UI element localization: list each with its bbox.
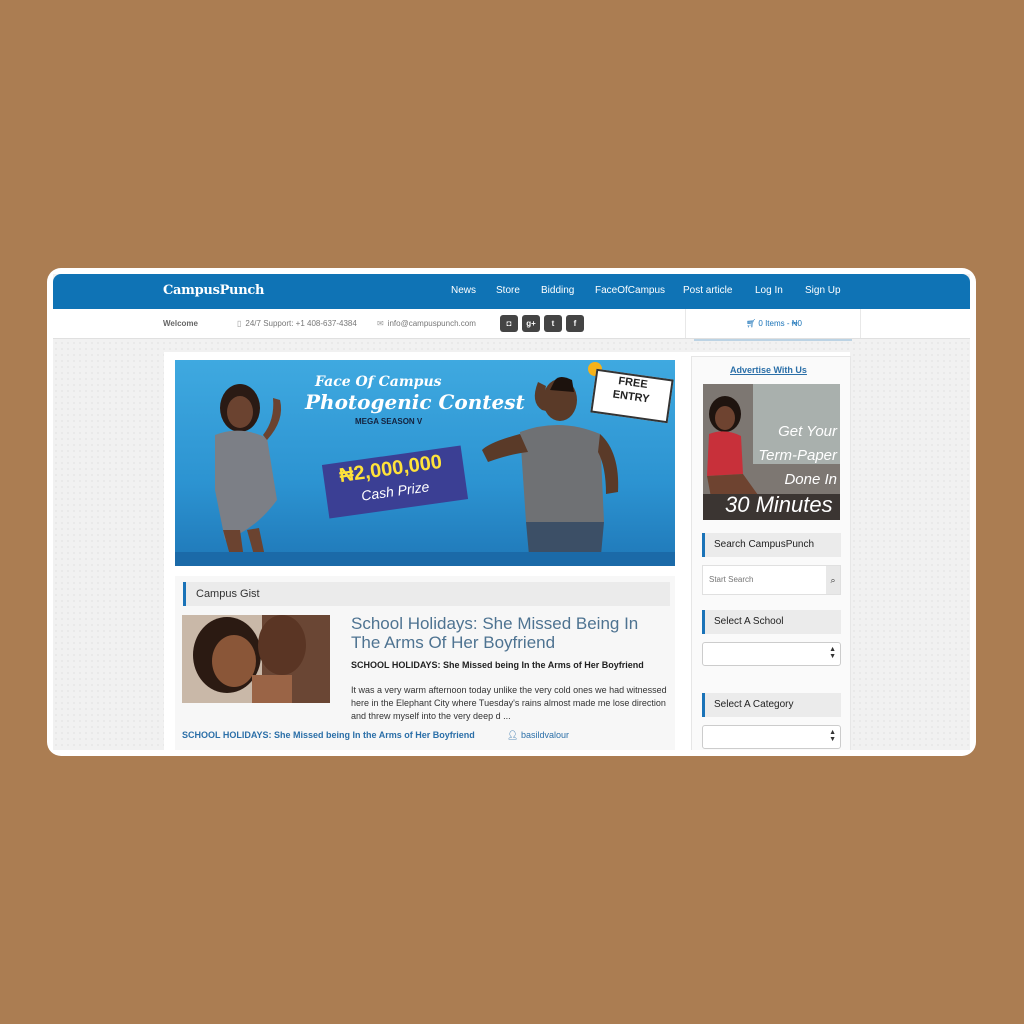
- search-icon[interactable]: ⌕: [826, 566, 840, 594]
- school-heading-text: Select A School: [714, 616, 784, 627]
- ad-line4: 30 Minutes: [725, 492, 833, 517]
- select-arrows-icon: ▲ ▼: [829, 646, 836, 660]
- ad-line2: Term-Paper: [758, 447, 837, 464]
- search-box: ⌕: [702, 565, 841, 595]
- ad-text-lines: Get Your Term-Paper Done In: [757, 420, 837, 492]
- nav-news[interactable]: News: [451, 285, 476, 296]
- select-arrows-icon: ▲ ▼: [829, 729, 836, 743]
- post-author[interactable]: 👤︎ basildvalour: [507, 730, 569, 741]
- search-heading: Search CampusPunch: [702, 533, 841, 557]
- user-icon: 👤︎: [507, 730, 519, 740]
- post-excerpt: It was a very warm afternoon today unlik…: [351, 685, 667, 721]
- post-title[interactable]: School Holidays: She Missed Being In The…: [351, 614, 671, 652]
- welcome-text: Welcome: [163, 319, 198, 328]
- instagram-icon[interactable]: ◘: [500, 315, 518, 332]
- category-heading-text: Select A Category: [714, 699, 794, 710]
- category-heading: Select A Category: [702, 693, 841, 717]
- nav-log-in[interactable]: Log In: [755, 285, 783, 296]
- phone-icon: ▯: [237, 319, 242, 328]
- email-line: ✉ info@campuspunch.com: [377, 319, 476, 328]
- banner-woman-image: [215, 384, 282, 566]
- term-paper-ad[interactable]: Get Your Term-Paper Done In 30 Minutes: [703, 384, 840, 520]
- school-heading: Select A School: [702, 610, 841, 634]
- facebook-icon[interactable]: f: [566, 315, 584, 332]
- google-plus-icon[interactable]: g+: [522, 315, 540, 332]
- author-name: basildvalour: [520, 730, 569, 740]
- browser-frame: CampusPunch News Store Bidding FaceOfCam…: [47, 268, 976, 756]
- post-thumbnail[interactable]: [182, 615, 330, 703]
- advertise-link[interactable]: Advertise With Us: [730, 365, 807, 375]
- nav-bidding[interactable]: Bidding: [541, 285, 574, 296]
- twitter-icon[interactable]: t: [544, 315, 562, 332]
- nav-faceofcampus[interactable]: FaceOfCampus: [595, 285, 665, 296]
- section-heading-text: Campus Gist: [196, 588, 260, 600]
- contest-banner[interactable]: Face Of Campus Photogenic Contest MEGA S…: [175, 360, 675, 566]
- ad-line3: Done In: [784, 471, 837, 488]
- campus-gist-section: Campus Gist School Holidays: She Missed …: [175, 576, 675, 750]
- support-text: 24/7 Support: +1 408-637-4384: [245, 319, 357, 328]
- nav-store[interactable]: Store: [496, 285, 520, 296]
- banner-floor: [175, 552, 675, 566]
- top-navigation-bar: CampusPunch News Store Bidding FaceOfCam…: [53, 274, 970, 309]
- search-heading-text: Search CampusPunch: [714, 539, 815, 550]
- support-line: ▯ 24/7 Support: +1 408-637-4384: [237, 319, 357, 328]
- school-select[interactable]: ▲ ▼: [702, 642, 841, 666]
- cart-box: 🛒︎ 0 Items - ₦0: [685, 309, 861, 341]
- ad-line1: Get Your: [778, 423, 837, 440]
- website-viewport: CampusPunch News Store Bidding FaceOfCam…: [53, 274, 970, 750]
- cart-text: 0 Items - ₦0: [758, 319, 802, 328]
- section-heading: Campus Gist: [183, 582, 670, 606]
- main-nav: News Store Bidding FaceOfCampus Post art…: [53, 285, 970, 299]
- sidebar: Advertise With Us Get Your Term-Paper Do…: [691, 356, 851, 750]
- cart-icon: 🛒︎: [746, 319, 757, 328]
- nav-sign-up[interactable]: Sign Up: [805, 285, 841, 296]
- email-text[interactable]: info@campuspunch.com: [388, 319, 476, 328]
- cart-underline: [694, 339, 852, 341]
- info-bar: Welcome ▯ 24/7 Support: +1 408-637-4384 ✉…: [53, 309, 970, 341]
- envelope-icon: ✉: [377, 319, 384, 328]
- post-subtitle: SCHOOL HOLIDAYS: She Missed being In the…: [351, 660, 644, 670]
- main-content: Face Of Campus Photogenic Contest MEGA S…: [164, 352, 851, 750]
- banner-season: MEGA SEASON V: [355, 417, 423, 426]
- category-select[interactable]: ▲ ▼: [702, 725, 841, 749]
- cart-link[interactable]: 🛒︎ 0 Items - ₦0: [746, 319, 802, 328]
- search-input[interactable]: [703, 566, 824, 592]
- banner-title-line1: Face Of Campus: [315, 374, 442, 390]
- post-link[interactable]: SCHOOL HOLIDAYS: She Missed being In the…: [182, 730, 475, 740]
- nav-post-article[interactable]: Post article: [683, 285, 732, 296]
